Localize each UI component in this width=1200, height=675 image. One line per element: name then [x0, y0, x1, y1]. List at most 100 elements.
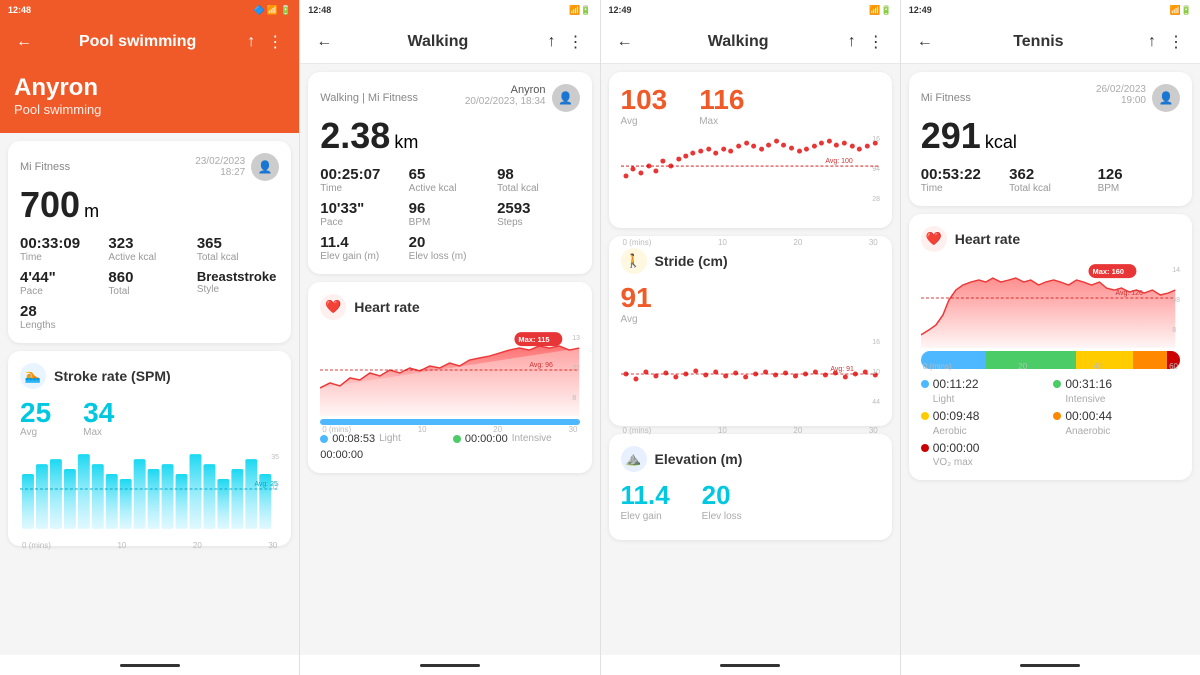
header-3: ← Walking ↑ ⋮ — [601, 20, 900, 64]
stride-card: 🚶 Stride (cm) 91 Avg — [609, 236, 892, 426]
w-steps: 2593 Steps — [497, 200, 579, 228]
more-button-3[interactable]: ⋮ — [864, 32, 888, 52]
icons-4: 📶🔋 — [1170, 5, 1192, 16]
walking-user: Anyron — [465, 84, 546, 96]
back-button-2[interactable]: ← — [312, 33, 336, 51]
avg-value: 25 — [20, 397, 51, 429]
page-title-3: Walking — [637, 33, 840, 51]
bt-icon: 🔷 — [254, 5, 265, 16]
avatar-4: 👤 — [1152, 84, 1180, 112]
w-elev-loss: 20 Elev loss (m) — [409, 234, 491, 262]
back-button-1[interactable]: ← — [12, 33, 36, 51]
tennis-unit: kcal — [985, 132, 1017, 153]
loss-label: Elev loss — [702, 511, 742, 522]
hero-section: Anyron Pool swimming — [0, 64, 299, 133]
tennis-source: Mi Fitness — [921, 92, 971, 104]
svg-text:8: 8 — [1172, 327, 1176, 334]
stat-lengths: 28 Lengths — [20, 303, 279, 331]
bottom-bar-3 — [601, 655, 900, 675]
svg-text:88: 88 — [1172, 297, 1180, 304]
page-title-2: Walking — [336, 33, 539, 51]
light-label: Light — [921, 394, 1048, 405]
panel-tennis: 12:49 📶🔋 ← Tennis ↑ ⋮ Mi Fitness 26/02/2… — [900, 0, 1200, 675]
svg-text:Avg: 91: Avg: 91 — [830, 366, 854, 373]
gain-label: Elev gain — [621, 511, 670, 522]
svg-text:104: 104 — [872, 369, 880, 376]
svg-text:94: 94 — [872, 166, 880, 173]
vo2-label: VO₂ max — [921, 457, 1180, 468]
status-bar-4: 12:49 📶🔋 — [901, 0, 1200, 20]
x-axis-stride: 0 (mins)102030 — [621, 426, 880, 435]
tennis-stats: 00:53:22 Time 362 Total kcal 126 BPM — [921, 166, 1180, 194]
share-button-1[interactable]: ↑ — [239, 33, 263, 51]
scroll-area-4[interactable]: Mi Fitness 26/02/2023 19:00 👤 291 kcal 0… — [901, 64, 1200, 675]
stroke-rate-card: 🏊 Stroke rate (SPM) 25 Avg 34 Max — [8, 351, 291, 546]
stat-pace: 4'44" Pace — [20, 269, 102, 297]
header-4: ← Tennis ↑ ⋮ — [901, 20, 1200, 64]
heart-rate-card-2: ❤️ Heart rate Avg: 96 — [308, 282, 591, 473]
user-name: Anyron — [14, 74, 285, 102]
icons-2: 📶🔋 — [569, 5, 591, 16]
stride-scatter-chart: Avg: 91 164 104 44 0 (mins)102030 — [621, 329, 880, 414]
zone-intensive-4: 00:31:16 — [1053, 377, 1180, 391]
share-button-3[interactable]: ↑ — [840, 33, 864, 51]
svg-text:28: 28 — [872, 196, 880, 203]
heart-rate-card-4: ❤️ Heart rate Avg: 126 — [909, 214, 1192, 480]
zone-light-2: 00:08:53 Light — [320, 433, 447, 445]
zones-2: 00:08:53 Light 00:00:00 Intensive — [320, 433, 579, 445]
back-button-3[interactable]: ← — [613, 33, 637, 51]
more-button-2[interactable]: ⋮ — [564, 32, 588, 52]
more-button-1[interactable]: ⋮ — [263, 32, 287, 52]
home-indicator-3 — [720, 664, 780, 667]
w-elev-gain: 11.4 Elev gain (m) — [320, 234, 402, 262]
main-stats-card: Mi Fitness 23/02/2023 18:27 👤 700 m 00:3… — [8, 141, 291, 343]
zone-anaerobic-4: 00:00:44 — [1053, 409, 1180, 423]
stat-style: Breaststroke Style — [197, 269, 279, 297]
back-button-4[interactable]: ← — [913, 33, 937, 51]
top-metrics-card-3: 103 Avg 116 Max — [609, 72, 892, 228]
bottom-bar-1 — [0, 655, 299, 675]
svg-text:136: 136 — [573, 335, 580, 342]
zone-light-4: 00:11:22 — [921, 377, 1048, 391]
more-button-4[interactable]: ⋮ — [1164, 32, 1188, 52]
header-2: ← Walking ↑ ⋮ — [300, 20, 599, 64]
time-4: 12:49 — [909, 5, 932, 15]
zones-2b: 00:00:00 — [320, 449, 579, 461]
stroke-icon: 🏊 — [20, 363, 46, 389]
walking-stats-card: Walking | Mi Fitness Anyron 20/02/2023, … — [308, 72, 591, 274]
zones-4b: 00:09:48 00:00:44 — [921, 409, 1180, 423]
home-indicator-1 — [120, 664, 180, 667]
share-button-4[interactable]: ↑ — [1140, 33, 1164, 51]
share-button-2[interactable]: ↑ — [540, 33, 564, 51]
battery-icon: 🔋 — [280, 5, 291, 16]
status-bar-3: 12:49 📶🔋 — [601, 0, 900, 20]
stat-active-kcal: 323 Active kcal — [108, 235, 190, 263]
panel-pool-swimming: 12:48 🔷 📶 🔋 ← Pool swimming ↑ ⋮ Anyron P… — [0, 0, 299, 675]
stride-avg-label: Avg — [621, 314, 880, 325]
walking-big: 2.38 — [320, 116, 390, 156]
t-time: 00:53:22 Time — [921, 166, 1003, 194]
stride-icon: 🚶 — [621, 248, 647, 274]
scroll-area-3[interactable]: 103 Avg 116 Max — [601, 64, 900, 675]
heart-icon-2: ❤️ — [320, 294, 346, 320]
heart-icon-4: ❤️ — [921, 226, 947, 252]
svg-text:35: 35 — [271, 454, 279, 461]
stats-grid: 00:33:09 Time 323 Active kcal 365 Total … — [20, 235, 279, 297]
card-date: 23/02/2023 18:27 — [195, 156, 245, 178]
page-title-1: Pool swimming — [36, 33, 239, 51]
walking-unit: km — [394, 132, 418, 153]
time-2: 12:48 — [308, 5, 331, 15]
aerobic-label: Aerobic — [921, 426, 1048, 437]
zones-4b-labels: Aerobic Anaerobic — [921, 426, 1180, 437]
card-source: Mi Fitness — [20, 161, 70, 173]
w-time: 00:25:07 Time — [320, 166, 402, 194]
stride-title: 🚶 Stride (cm) — [621, 248, 880, 274]
zone-vo2: 00:00:00 VO₂ max — [921, 441, 1180, 468]
scroll-area-2[interactable]: Walking | Mi Fitness Anyron 20/02/2023, … — [300, 64, 599, 675]
svg-text:Max: 160: Max: 160 — [1092, 267, 1124, 276]
scroll-area-1[interactable]: Mi Fitness 23/02/2023 18:27 👤 700 m 00:3… — [0, 133, 299, 675]
svg-text:Avg: 96: Avg: 96 — [530, 362, 554, 369]
time-1: 12:48 — [8, 5, 31, 15]
w-active-kcal: 65 Active kcal — [409, 166, 491, 194]
w-bpm: 96 BPM — [409, 200, 491, 228]
